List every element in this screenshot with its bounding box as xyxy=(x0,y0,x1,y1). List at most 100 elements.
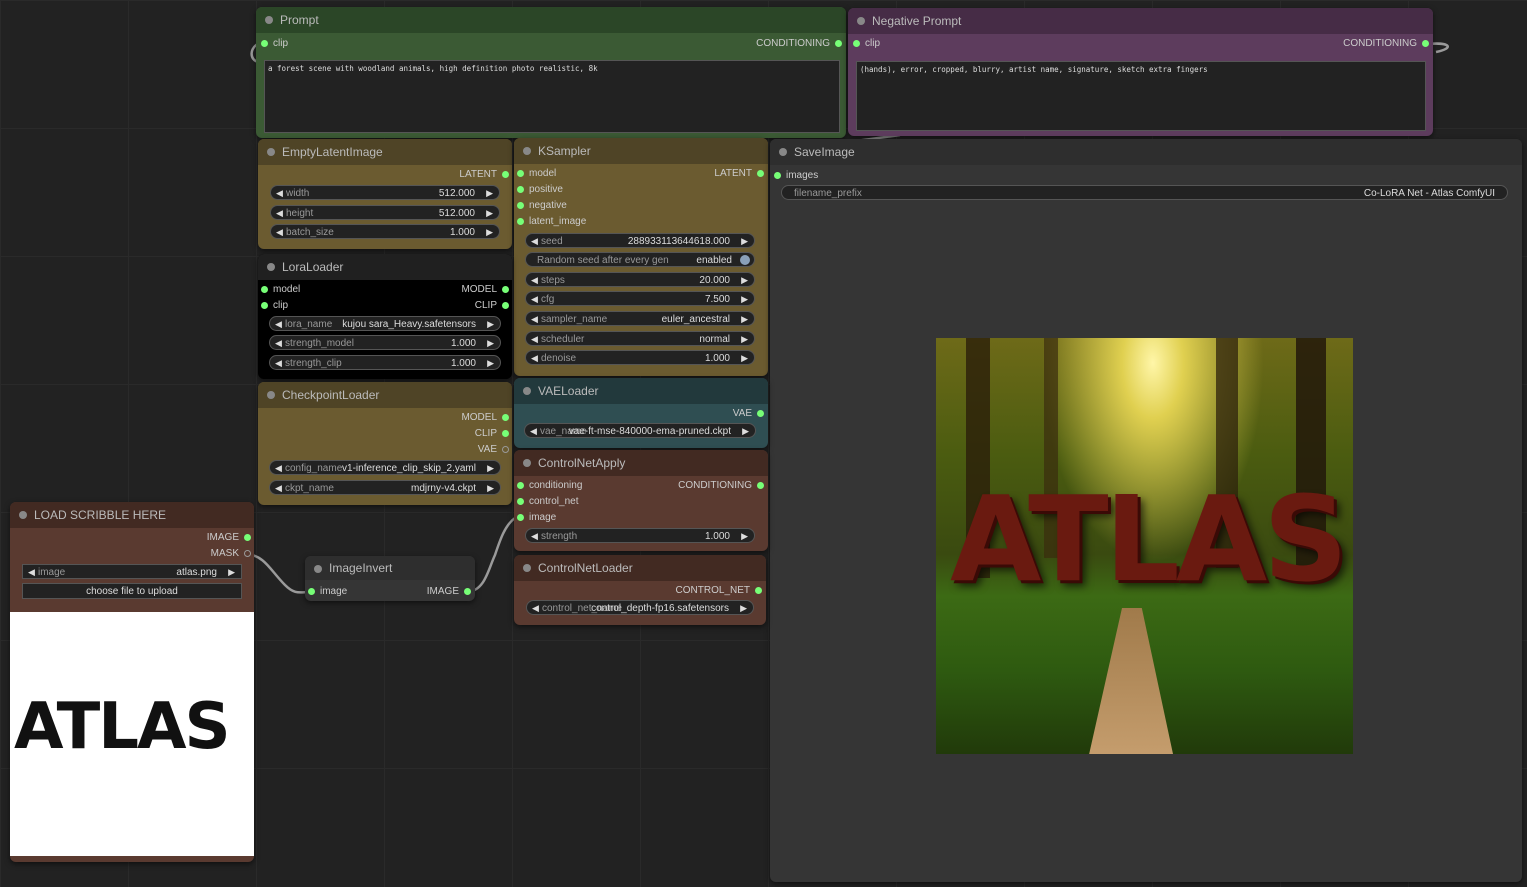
image-invert-input[interactable]: image xyxy=(308,585,347,599)
lora-title[interactable]: LoraLoader xyxy=(258,254,512,280)
height-widget[interactable]: ◀ height 512.000 ▶ xyxy=(270,205,500,220)
increment-arrow-icon[interactable]: ▶ xyxy=(741,332,748,347)
control-net-name-widget[interactable]: ◀ control_net_name control_depth-fp16.safe… xyxy=(526,600,754,615)
controlnet-loader-title[interactable]: ControlNetLoader xyxy=(514,555,766,581)
random-seed-toggle[interactable]: Random seed after every gen enabled xyxy=(525,252,755,267)
decrement-arrow-icon[interactable]: ◀ xyxy=(531,312,538,327)
config-name-widget[interactable]: ◀ config_name v1-inference_clip_skip_2.yam… xyxy=(269,460,501,475)
ksampler-latent-image-input[interactable]: latent_image xyxy=(517,215,586,229)
prompt-node[interactable]: Prompt clip CONDITIONING a forest scene … xyxy=(256,7,846,138)
controlnet-apply-control-net-input[interactable]: control_net xyxy=(517,495,578,509)
choose-file-button[interactable]: choose file to upload xyxy=(22,583,242,599)
increment-arrow-icon[interactable]: ▶ xyxy=(486,225,493,240)
ksampler-latent-output[interactable]: LATENT xyxy=(714,167,764,181)
decrement-arrow-icon[interactable]: ◀ xyxy=(531,529,538,544)
empty-latent-latent-output[interactable]: LATENT xyxy=(459,168,509,182)
vae-name-widget[interactable]: ◀ vae_name vae-ft-mse-840000-ema-pruned.ck… xyxy=(524,423,756,438)
node-collapse-icon[interactable] xyxy=(523,564,531,572)
decrement-arrow-icon[interactable]: ◀ xyxy=(530,424,537,439)
increment-arrow-icon[interactable]: ▶ xyxy=(487,481,494,496)
batch-size-widget[interactable]: ◀ batch_size 1.000 ▶ xyxy=(270,224,500,239)
strength-model-widget[interactable]: ◀ strength_model 1.000 ▶ xyxy=(269,335,501,350)
decrement-arrow-icon[interactable]: ◀ xyxy=(531,332,538,347)
prompt-text[interactable]: a forest scene with woodland animals, hi… xyxy=(264,60,840,133)
negative-clip-input[interactable]: clip xyxy=(853,37,880,51)
increment-arrow-icon[interactable]: ▶ xyxy=(740,601,747,616)
ksampler-positive-input[interactable]: positive xyxy=(517,183,563,197)
node-collapse-icon[interactable] xyxy=(779,148,787,156)
load-scribble-mask-output[interactable]: MASK xyxy=(211,547,252,561)
checkpoint-model-output[interactable]: MODEL xyxy=(461,411,509,425)
negative-prompt-node[interactable]: Negative Prompt clip CONDITIONING (hands… xyxy=(848,8,1433,136)
decrement-arrow-icon[interactable]: ◀ xyxy=(275,461,282,476)
sampler-name-widget[interactable]: ◀ sampler_name euler_ancestral ▶ xyxy=(525,311,755,326)
controlnet-strength-widget[interactable]: ◀ strength 1.000 ▶ xyxy=(525,528,755,543)
decrement-arrow-icon[interactable]: ◀ xyxy=(531,292,538,307)
controlnet-apply-conditioning-output[interactable]: CONDITIONING xyxy=(678,479,764,493)
increment-arrow-icon[interactable]: ▶ xyxy=(741,351,748,366)
vae-title[interactable]: VAELoader xyxy=(514,378,768,404)
lora-model-output[interactable]: MODEL xyxy=(461,283,509,297)
save-image-images-input[interactable]: images xyxy=(774,169,818,183)
checkpoint-clip-output[interactable]: CLIP xyxy=(475,427,510,441)
node-collapse-icon[interactable] xyxy=(267,391,275,399)
ksampler-title[interactable]: KSampler xyxy=(514,138,768,164)
decrement-arrow-icon[interactable]: ◀ xyxy=(28,565,35,580)
prompt-title[interactable]: Prompt xyxy=(256,7,846,33)
increment-arrow-icon[interactable]: ▶ xyxy=(486,206,493,221)
image-invert-output[interactable]: IMAGE xyxy=(427,585,472,599)
checkpoint-vae-output[interactable]: VAE xyxy=(478,443,510,457)
save-image-title[interactable]: SaveImage xyxy=(770,139,1522,165)
vae-output[interactable]: VAE xyxy=(733,407,765,421)
prompt-clip-input[interactable]: clip xyxy=(261,37,288,51)
increment-arrow-icon[interactable]: ▶ xyxy=(741,529,748,544)
controlnet-apply-conditioning-input[interactable]: conditioning xyxy=(517,479,582,493)
node-collapse-icon[interactable] xyxy=(267,148,275,156)
negative-title[interactable]: Negative Prompt xyxy=(848,8,1433,34)
prompt-conditioning-output[interactable]: CONDITIONING xyxy=(756,37,842,51)
vae-loader-node[interactable]: VAELoader VAE ◀ vae_name vae-ft-mse-840000… xyxy=(514,378,768,448)
decrement-arrow-icon[interactable]: ◀ xyxy=(275,317,282,332)
save-image-node[interactable]: SaveImage images filename_prefix Co-LoRA … xyxy=(770,139,1522,882)
controlnet-apply-image-input[interactable]: image xyxy=(517,511,556,525)
node-collapse-icon[interactable] xyxy=(267,263,275,271)
controlnet-apply-title[interactable]: ControlNetApply xyxy=(514,450,768,476)
increment-arrow-icon[interactable]: ▶ xyxy=(741,234,748,249)
controlnet-loader-output[interactable]: CONTROL_NET xyxy=(676,584,763,598)
ksampler-negative-input[interactable]: negative xyxy=(517,199,567,213)
decrement-arrow-icon[interactable]: ◀ xyxy=(531,234,538,249)
increment-arrow-icon[interactable]: ▶ xyxy=(486,186,493,201)
node-collapse-icon[interactable] xyxy=(523,459,531,467)
node-collapse-icon[interactable] xyxy=(314,565,322,573)
decrement-arrow-icon[interactable]: ◀ xyxy=(531,351,538,366)
node-collapse-icon[interactable] xyxy=(265,16,273,24)
ksampler-node[interactable]: KSampler LATENT model positive negative … xyxy=(514,138,768,376)
checkpoint-loader-node[interactable]: CheckpointLoader MODEL CLIP VAE ◀ config_… xyxy=(258,382,512,505)
lora-clip-input[interactable]: clip xyxy=(261,299,288,313)
toggle-knob-icon[interactable] xyxy=(740,255,750,265)
decrement-arrow-icon[interactable]: ◀ xyxy=(275,356,282,371)
width-widget[interactable]: ◀ width 512.000 ▶ xyxy=(270,185,500,200)
increment-arrow-icon[interactable]: ▶ xyxy=(487,461,494,476)
load-scribble-title[interactable]: LOAD SCRIBBLE HERE xyxy=(10,502,254,528)
increment-arrow-icon[interactable]: ▶ xyxy=(741,273,748,288)
image-file-widget[interactable]: ◀ image atlas.png ▶ xyxy=(22,564,242,579)
negative-text[interactable]: (hands), error, cropped, blurry, artist … xyxy=(856,61,1426,131)
node-collapse-icon[interactable] xyxy=(19,511,27,519)
seed-widget[interactable]: ◀ seed 288933113644618.000 ▶ xyxy=(525,233,755,248)
increment-arrow-icon[interactable]: ▶ xyxy=(742,424,749,439)
decrement-arrow-icon[interactable]: ◀ xyxy=(532,601,539,616)
strength-clip-widget[interactable]: ◀ strength_clip 1.000 ▶ xyxy=(269,355,501,370)
denoise-widget[interactable]: ◀ denoise 1.000 ▶ xyxy=(525,350,755,365)
ckpt-name-widget[interactable]: ◀ ckpt_name mdjrny-v4.ckpt ▶ xyxy=(269,480,501,495)
cfg-widget[interactable]: ◀ cfg 7.500 ▶ xyxy=(525,291,755,306)
controlnet-loader-node[interactable]: ControlNetLoader CONTROL_NET ◀ control_ne… xyxy=(514,555,766,625)
lora-name-widget[interactable]: ◀ lora_name kujou sara_Heavy.safetensors ▶ xyxy=(269,316,501,331)
node-collapse-icon[interactable] xyxy=(857,17,865,25)
increment-arrow-icon[interactable]: ▶ xyxy=(741,312,748,327)
ksampler-model-input[interactable]: model xyxy=(517,167,556,181)
decrement-arrow-icon[interactable]: ◀ xyxy=(276,206,283,221)
node-collapse-icon[interactable] xyxy=(523,147,531,155)
negative-conditioning-output[interactable]: CONDITIONING xyxy=(1343,37,1429,51)
decrement-arrow-icon[interactable]: ◀ xyxy=(531,273,538,288)
